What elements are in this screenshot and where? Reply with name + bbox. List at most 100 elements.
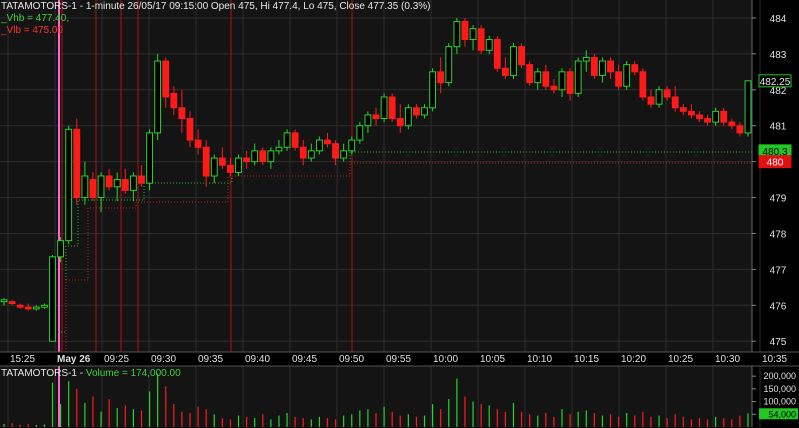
x-tick-label: 09:55	[386, 354, 411, 365]
candle-body	[186, 118, 194, 141]
candle-body	[73, 128, 81, 199]
candle	[493, 35, 501, 72]
candle	[283, 129, 291, 151]
candle-body	[429, 71, 437, 109]
chart-title: TATAMOTORS-1 - 1-minute 26/05/17 09:15:0…	[1, 1, 431, 12]
price-tick-label: 475	[770, 337, 787, 348]
candle-body	[121, 179, 129, 191]
candle-body	[421, 107, 428, 116]
candle-body	[437, 71, 445, 84]
candle-body	[105, 175, 113, 188]
candle	[356, 122, 364, 144]
candle-body	[607, 60, 614, 73]
candle-body	[671, 96, 679, 109]
x-tick-label: 09:40	[245, 354, 270, 365]
candle	[380, 93, 388, 123]
vlb-label: _Vlb = 475.00	[1, 25, 63, 36]
x-tick-label: 10:15	[574, 354, 599, 365]
candle-body	[65, 128, 73, 242]
volume-title-value: Volume = 174,000.00	[85, 368, 181, 379]
price-tick-label: 484	[770, 14, 787, 25]
volume-tick-label: 100,000	[763, 397, 796, 407]
candle	[73, 118, 81, 205]
candle-body	[493, 39, 501, 69]
candle-body	[542, 71, 550, 87]
candle	[154, 53, 162, 141]
candle	[574, 57, 582, 97]
x-tick-label: 10:05	[480, 354, 505, 365]
candle-body	[388, 96, 396, 120]
candle-body	[396, 118, 404, 127]
candle-body	[526, 64, 534, 84]
price-tick-label: 478	[770, 229, 787, 240]
candle-body	[307, 150, 315, 159]
candle-body	[267, 150, 275, 163]
candle-body	[24, 306, 32, 310]
candle-body	[518, 46, 525, 66]
candle-body	[154, 60, 162, 134]
x-tick-label: 10:20	[621, 354, 646, 365]
candle-body	[639, 71, 647, 98]
candle-body	[380, 96, 388, 120]
x-tick-label: 09:50	[339, 354, 364, 365]
price-marker: 480	[758, 155, 792, 169]
candle-body	[0, 299, 8, 303]
candle-body	[356, 125, 364, 141]
x-tick-label: 10:25	[668, 354, 693, 365]
candle-body	[599, 60, 606, 76]
candle-body	[704, 118, 711, 123]
candle-body	[162, 60, 170, 98]
candle-body	[49, 256, 56, 342]
volume-title: TATAMOTORS-1 - Volume = 174,000.00	[1, 368, 181, 379]
x-tick-label: 10:10	[527, 354, 552, 365]
candle-body	[655, 89, 663, 105]
candle-body	[259, 150, 267, 163]
candle-body	[445, 46, 453, 84]
candle-body	[275, 146, 283, 152]
candle	[590, 53, 598, 80]
candle-body	[647, 96, 655, 105]
candle-body	[138, 175, 145, 184]
candle-body	[728, 121, 736, 127]
candle	[291, 129, 299, 151]
candle-body	[687, 110, 695, 116]
candle-body	[550, 85, 558, 91]
candle-body	[315, 139, 323, 152]
x-tick-label: 10:35	[762, 354, 787, 365]
candle-body	[97, 175, 105, 199]
candle-body	[218, 157, 226, 166]
candle	[146, 129, 153, 191]
candle-body	[41, 304, 48, 308]
candle-body	[679, 107, 687, 112]
candle-body	[534, 71, 542, 84]
candle-body	[736, 125, 744, 134]
candle-body	[461, 21, 469, 41]
candlestick-chart[interactable]: 15:25 May 26 09:25 09:30 09:35 09:40 09:45 09:5…	[0, 0, 799, 428]
candle-body	[574, 60, 582, 94]
candle-body	[413, 107, 420, 116]
candle-body	[501, 67, 509, 76]
price-marker-label: 480	[767, 158, 784, 169]
candle-body	[340, 150, 348, 159]
candle	[526, 61, 534, 87]
candle-body	[227, 164, 234, 173]
price-pane	[0, 0, 752, 352]
candle-body	[113, 179, 121, 188]
price-marker: 482.25	[758, 74, 792, 88]
candle	[510, 43, 517, 80]
candle-body	[623, 64, 631, 87]
candle-body	[89, 179, 97, 199]
candle	[388, 93, 396, 123]
candle-body	[348, 139, 356, 152]
candle-body	[485, 39, 493, 51]
candle	[655, 86, 663, 108]
candle-body	[291, 132, 299, 148]
volume-tick-label: 200,000	[763, 371, 796, 381]
candle-body	[372, 114, 380, 120]
candle-body	[332, 143, 339, 159]
candle-body	[558, 71, 566, 91]
candle-body	[283, 132, 291, 148]
candle	[65, 125, 73, 245]
candle-body	[194, 139, 202, 148]
candle-body	[631, 64, 639, 73]
